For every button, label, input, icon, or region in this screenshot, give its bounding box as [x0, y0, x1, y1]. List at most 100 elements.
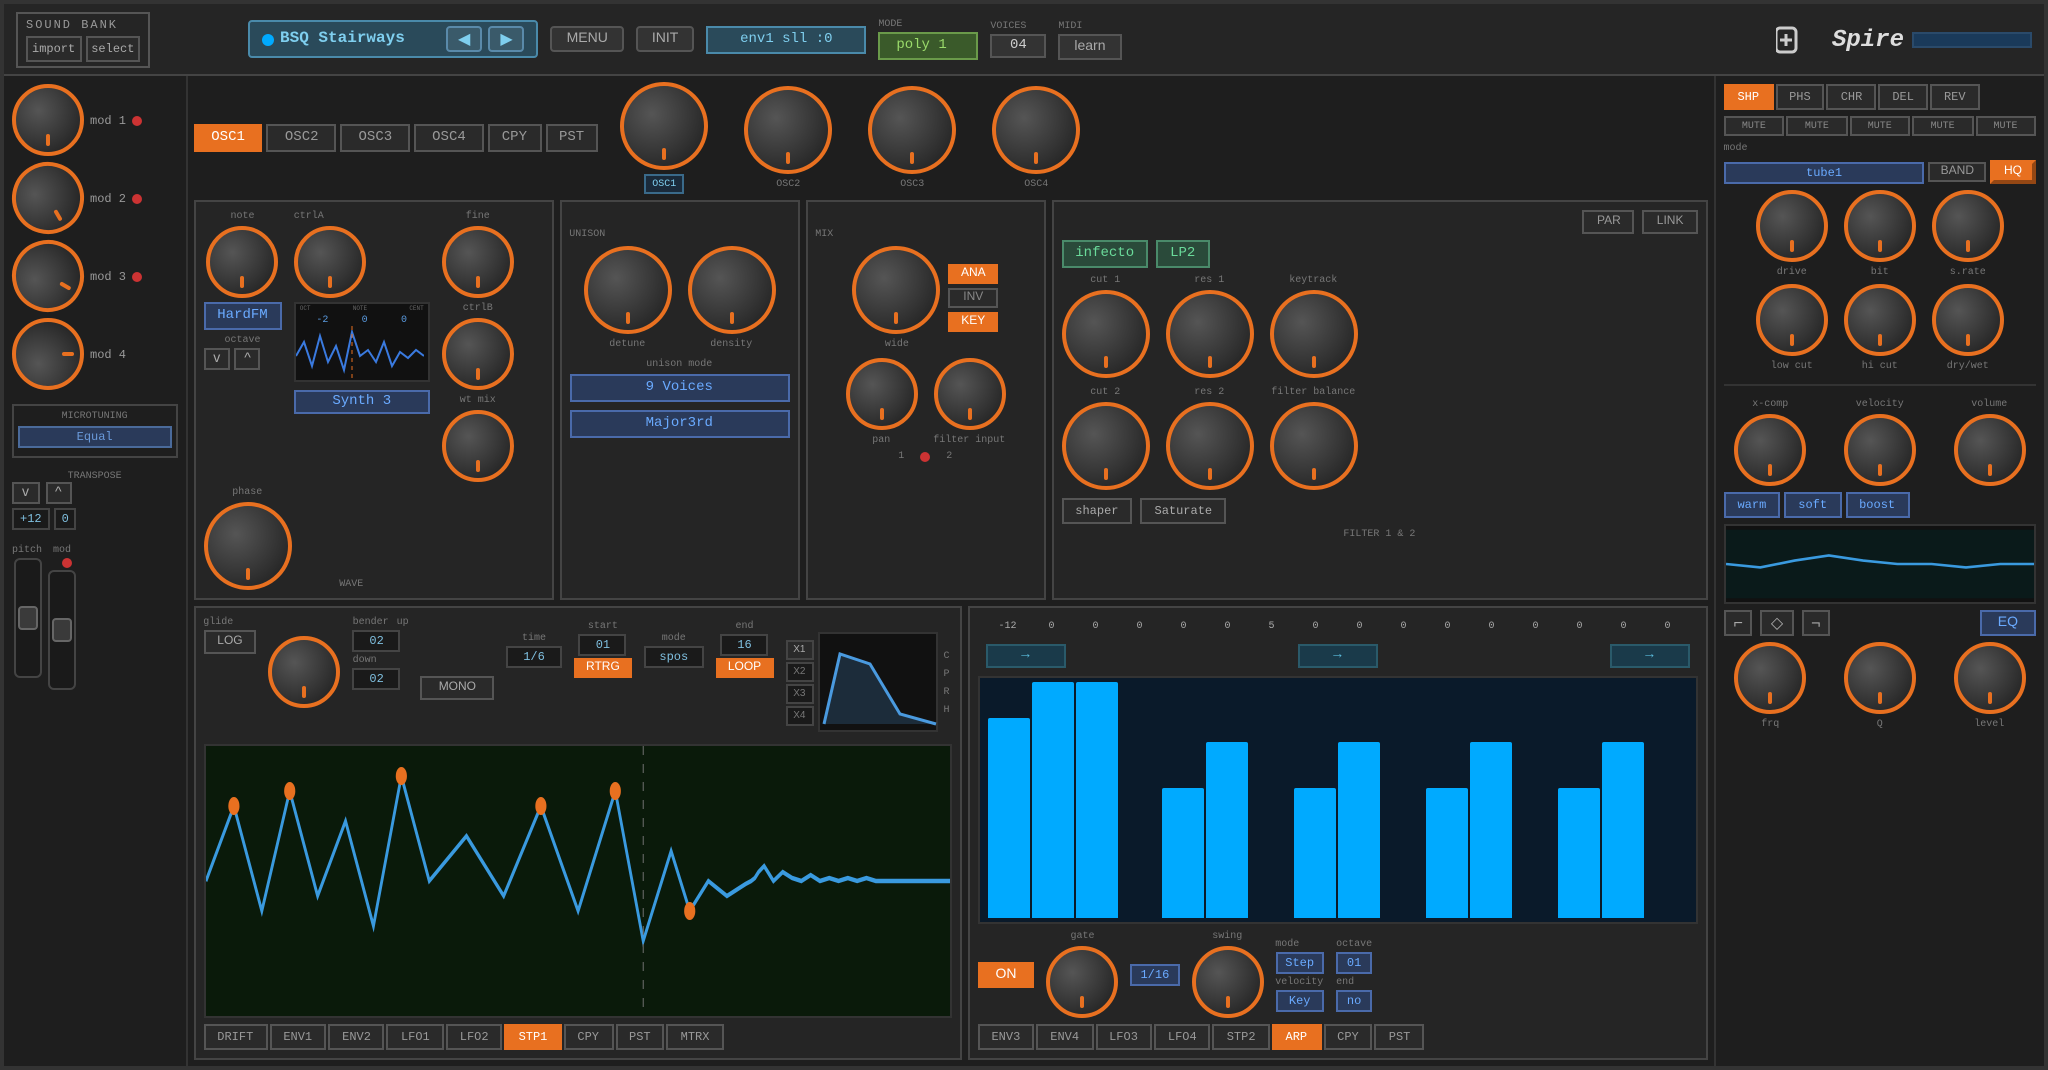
env3-tab[interactable]: ENV3	[977, 1024, 1034, 1050]
mod3-knob[interactable]	[12, 240, 84, 312]
pan-knob[interactable]	[845, 358, 917, 430]
q-knob[interactable]	[1844, 642, 1916, 714]
ctrla-knob[interactable]	[294, 226, 366, 298]
volume-knob[interactable]	[1953, 414, 2025, 486]
eq-button[interactable]: EQ	[1980, 610, 2036, 636]
boost-button[interactable]: boost	[1845, 492, 1909, 518]
wtmix-knob[interactable]	[442, 410, 514, 482]
shape-bell-btn[interactable]: ◇	[1761, 610, 1793, 636]
arp-tab[interactable]: ARP	[1272, 1024, 1322, 1050]
wide-knob[interactable]	[853, 246, 941, 334]
swing-knob[interactable]	[1191, 946, 1263, 1018]
phs-tab[interactable]: PHS	[1775, 84, 1825, 110]
arp-velocity-display[interactable]: Key	[1275, 989, 1324, 1011]
lp2-display[interactable]: LP2	[1156, 240, 1209, 268]
x1-button[interactable]: X1	[785, 639, 813, 659]
mod4-knob[interactable]	[12, 318, 84, 390]
link-button[interactable]: LINK	[1643, 210, 1698, 234]
lfo2-tab[interactable]: LFO2	[446, 1024, 503, 1050]
cut1-knob[interactable]	[1061, 290, 1149, 378]
voices-display[interactable]: 9 Voices	[569, 374, 789, 402]
mod-slider[interactable]	[48, 570, 76, 690]
osc3-tab[interactable]: OSC3	[341, 124, 411, 152]
mute4-button[interactable]: MUTE	[1912, 116, 1973, 136]
preset-next-button[interactable]: ▶	[488, 26, 524, 52]
phase-knob[interactable]	[203, 502, 291, 590]
filter-balance-knob[interactable]	[1269, 402, 1357, 490]
lowcut-knob[interactable]	[1756, 284, 1828, 356]
arp-bar-0[interactable]	[987, 717, 1029, 918]
band-button[interactable]: BAND	[1929, 162, 1986, 182]
xcomp-knob[interactable]	[1734, 414, 1806, 486]
arp-bar-13[interactable]	[1558, 788, 1600, 918]
preset-prev-button[interactable]: ◀	[446, 26, 482, 52]
pitch-slider[interactable]	[13, 558, 41, 678]
env-pst-tab[interactable]: PST	[615, 1024, 665, 1050]
shp-tab[interactable]: SHP	[1723, 84, 1773, 110]
stp1-tab[interactable]: STP1	[505, 1024, 562, 1050]
drive-knob[interactable]	[1756, 190, 1828, 262]
time-display[interactable]: 1/16	[1130, 963, 1179, 985]
mtrx-tab[interactable]: MTRX	[667, 1024, 724, 1050]
ctrlb-knob[interactable]	[442, 318, 514, 390]
arp-bar-11[interactable]	[1470, 741, 1512, 918]
hicut-knob[interactable]	[1844, 284, 1916, 356]
mute2-button[interactable]: MUTE	[1786, 116, 1847, 136]
mod1-knob[interactable]	[12, 84, 84, 156]
fine-knob[interactable]	[442, 226, 514, 298]
env-cpy-tab[interactable]: CPY	[563, 1024, 613, 1050]
fx-mode-display[interactable]: tube1	[1723, 161, 1924, 183]
res1-knob[interactable]	[1165, 290, 1253, 378]
par-button[interactable]: PAR	[1583, 210, 1635, 234]
osc2-mix-knob[interactable]	[744, 86, 832, 174]
lfo4-tab[interactable]: LFO4	[1154, 1024, 1211, 1050]
shape-low-btn[interactable]: ⌐	[1723, 610, 1752, 636]
arp-bar-2[interactable]	[1075, 682, 1117, 918]
res2-knob[interactable]	[1165, 402, 1253, 490]
osc2-tab[interactable]: OSC2	[267, 124, 337, 152]
warm-button[interactable]: warm	[1723, 492, 1780, 518]
hq-button[interactable]: HQ	[1990, 160, 2036, 184]
bit-knob[interactable]	[1844, 190, 1916, 262]
osc-copy-button[interactable]: CPY	[488, 124, 541, 152]
level-knob[interactable]	[1953, 642, 2025, 714]
gate-knob[interactable]	[1046, 946, 1118, 1018]
infecto-display[interactable]: infecto	[1061, 240, 1148, 268]
osc-paste-button[interactable]: PST	[545, 124, 598, 152]
velocity-knob[interactable]	[1844, 414, 1916, 486]
arp-pst-tab[interactable]: PST	[1375, 1024, 1425, 1050]
inv-button[interactable]: INV	[949, 288, 998, 308]
drywet-knob[interactable]	[1932, 284, 2004, 356]
x2-button[interactable]: X2	[785, 661, 813, 681]
arp-bar-10[interactable]	[1426, 788, 1468, 918]
arp-mode-display[interactable]: Step	[1275, 951, 1324, 973]
learn-button[interactable]: learn	[1058, 33, 1121, 59]
log-button[interactable]: LOG	[203, 630, 256, 654]
hardfm-display[interactable]: HardFM	[203, 302, 281, 330]
arp-end-display[interactable]: no	[1336, 989, 1372, 1011]
arp-bar-1[interactable]	[1031, 682, 1073, 918]
shaper-display[interactable]: shaper	[1061, 498, 1132, 524]
arp-bar-14[interactable]	[1602, 741, 1644, 918]
arp-bar-8[interactable]	[1338, 741, 1380, 918]
detune-knob[interactable]	[583, 246, 671, 334]
osc4-mix-knob[interactable]	[992, 86, 1080, 174]
cut2-knob[interactable]	[1061, 402, 1149, 490]
mod2-knob[interactable]	[12, 162, 84, 234]
srate-knob[interactable]	[1932, 190, 2004, 262]
x4-button[interactable]: X4	[785, 705, 813, 725]
env1-tab[interactable]: ENV1	[269, 1024, 326, 1050]
drift-tab[interactable]: DRIFT	[203, 1024, 267, 1050]
lfo1-tab[interactable]: LFO1	[387, 1024, 444, 1050]
loop-button[interactable]: LOOP	[716, 658, 773, 678]
lfo3-tab[interactable]: LFO3	[1095, 1024, 1152, 1050]
major3rd-display[interactable]: Major3rd	[569, 410, 789, 438]
osc4-tab[interactable]: OSC4	[414, 124, 484, 152]
arp-cpy-tab[interactable]: CPY	[1323, 1024, 1373, 1050]
ana-button[interactable]: ANA	[949, 264, 998, 284]
note-knob[interactable]	[207, 226, 279, 298]
osc1-tab[interactable]: OSC1	[193, 124, 263, 152]
arp-bar-4[interactable]	[1163, 788, 1205, 918]
mute1-button[interactable]: MUTE	[1723, 116, 1784, 136]
arp-on-button[interactable]: ON	[977, 961, 1034, 987]
